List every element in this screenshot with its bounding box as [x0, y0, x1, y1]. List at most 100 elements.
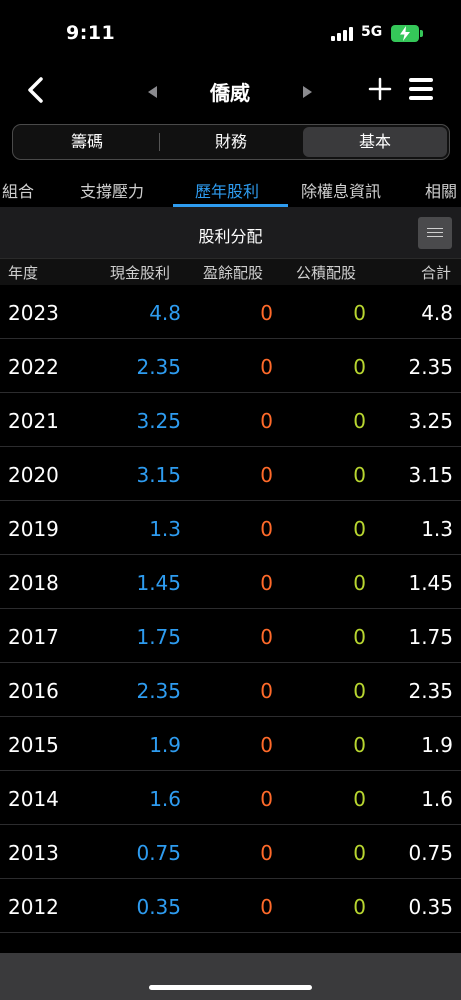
segment-chips[interactable]: 籌碼 [15, 127, 159, 157]
list-icon[interactable] [418, 217, 452, 249]
cell-total: 1.45 [408, 571, 453, 595]
cell-earnings-stock: 0 [260, 841, 273, 865]
cell-capital-stock: 0 [353, 787, 366, 811]
tab-ex-dividend-info[interactable]: 除權息資訊 [301, 178, 381, 202]
dividend-table: 2023 4.8 0 0 4.8 2022 2.35 0 0 2.35 2021… [0, 285, 461, 933]
cell-total: 4.8 [421, 301, 453, 325]
cell-capital-stock: 0 [353, 517, 366, 541]
tab-portfolio[interactable]: 組合 [2, 178, 34, 202]
cell-earnings-stock: 0 [260, 733, 273, 757]
cell-year: 2014 [8, 787, 59, 811]
header-year: 年度 [8, 264, 39, 282]
cell-cash-dividend: 1.45 [136, 571, 181, 595]
table-row: 2023 4.8 0 0 4.8 [0, 285, 461, 339]
cell-total: 1.9 [421, 733, 453, 757]
prev-icon[interactable] [148, 83, 158, 98]
bottom-bar [0, 953, 461, 1000]
cell-total: 1.3 [421, 517, 453, 541]
table-row: 2019 1.3 0 0 1.3 [0, 501, 461, 555]
network-type: 5G [361, 24, 383, 40]
cell-capital-stock: 0 [353, 895, 366, 919]
cell-total: 3.25 [408, 409, 453, 433]
tab-dividend-history[interactable]: 歷年股利 [195, 178, 259, 202]
cell-cash-dividend: 2.35 [136, 679, 181, 703]
cell-capital-stock: 0 [353, 841, 366, 865]
cell-capital-stock: 0 [353, 463, 366, 487]
section-header: 股利分配 [0, 208, 461, 258]
cell-earnings-stock: 0 [260, 301, 273, 325]
status-bar: 9:11 5G [0, 0, 461, 66]
cell-total: 2.35 [408, 355, 453, 379]
cell-earnings-stock: 0 [260, 355, 273, 379]
cell-earnings-stock: 0 [260, 517, 273, 541]
cell-cash-dividend: 1.6 [149, 787, 181, 811]
cell-year: 2013 [8, 841, 59, 865]
menu-icon[interactable] [409, 78, 433, 100]
cell-total: 0.35 [408, 895, 453, 919]
table-row: 2018 1.45 0 0 1.45 [0, 555, 461, 609]
status-time: 9:11 [66, 22, 116, 44]
page-title: 僑威 [210, 81, 250, 105]
cell-year: 2018 [8, 571, 59, 595]
table-row: 2013 0.75 0 0 0.75 [0, 825, 461, 879]
cell-year: 2012 [8, 895, 59, 919]
nav-bar: 僑威 [0, 66, 461, 114]
cell-cash-dividend: 0.75 [136, 841, 181, 865]
segmented-control: 籌碼 財務 基本 [12, 124, 450, 160]
cell-cash-dividend: 4.8 [149, 301, 181, 325]
table-header: 年度 現金股利 盈餘配股 公積配股 合計 [0, 258, 461, 285]
cell-earnings-stock: 0 [260, 625, 273, 649]
back-icon[interactable] [24, 76, 48, 104]
cell-total: 3.15 [408, 463, 453, 487]
cell-earnings-stock: 0 [260, 409, 273, 433]
cell-year: 2020 [8, 463, 59, 487]
cell-earnings-stock: 0 [260, 895, 273, 919]
header-total: 合計 [421, 264, 452, 282]
table-row: 2012 0.35 0 0 0.35 [0, 879, 461, 933]
header-capital-stock: 公積配股 [296, 264, 357, 282]
active-tab-underline [173, 204, 288, 207]
cell-earnings-stock: 0 [260, 463, 273, 487]
plus-icon[interactable] [368, 77, 392, 101]
next-icon[interactable] [302, 83, 312, 98]
cell-year: 2019 [8, 517, 59, 541]
home-indicator[interactable] [149, 985, 312, 990]
cell-earnings-stock: 0 [260, 679, 273, 703]
cell-year: 2022 [8, 355, 59, 379]
cell-capital-stock: 0 [353, 733, 366, 757]
cell-year: 2015 [8, 733, 59, 757]
cell-year: 2023 [8, 301, 59, 325]
table-row: 2021 3.25 0 0 3.25 [0, 393, 461, 447]
table-row: 2015 1.9 0 0 1.9 [0, 717, 461, 771]
tab-related[interactable]: 相關 [425, 178, 457, 202]
cell-total: 1.6 [421, 787, 453, 811]
cell-capital-stock: 0 [353, 571, 366, 595]
signal-icon [331, 27, 353, 41]
cell-total: 2.35 [408, 679, 453, 703]
cell-total: 0.75 [408, 841, 453, 865]
sub-tabs: 組合 支撐壓力 歷年股利 除權息資訊 相關 [0, 170, 461, 208]
table-row: 2017 1.75 0 0 1.75 [0, 609, 461, 663]
section-title: 股利分配 [198, 227, 263, 246]
cell-cash-dividend: 1.9 [149, 733, 181, 757]
segment-basic[interactable]: 基本 [303, 127, 447, 157]
cell-year: 2016 [8, 679, 59, 703]
cell-earnings-stock: 0 [260, 787, 273, 811]
battery-tip [420, 30, 423, 37]
cell-capital-stock: 0 [353, 409, 366, 433]
table-row: 2016 2.35 0 0 2.35 [0, 663, 461, 717]
cell-earnings-stock: 0 [260, 571, 273, 595]
header-cash-dividend: 現金股利 [110, 264, 171, 282]
tab-support-resistance[interactable]: 支撐壓力 [80, 178, 144, 202]
cell-cash-dividend: 1.75 [136, 625, 181, 649]
segment-financials[interactable]: 財務 [159, 127, 303, 157]
cell-capital-stock: 0 [353, 625, 366, 649]
cell-capital-stock: 0 [353, 679, 366, 703]
cell-cash-dividend: 2.35 [136, 355, 181, 379]
cell-year: 2017 [8, 625, 59, 649]
cell-total: 1.75 [408, 625, 453, 649]
cell-capital-stock: 0 [353, 301, 366, 325]
battery-charging-icon [391, 25, 419, 42]
table-row: 2020 3.15 0 0 3.15 [0, 447, 461, 501]
cell-cash-dividend: 3.25 [136, 409, 181, 433]
